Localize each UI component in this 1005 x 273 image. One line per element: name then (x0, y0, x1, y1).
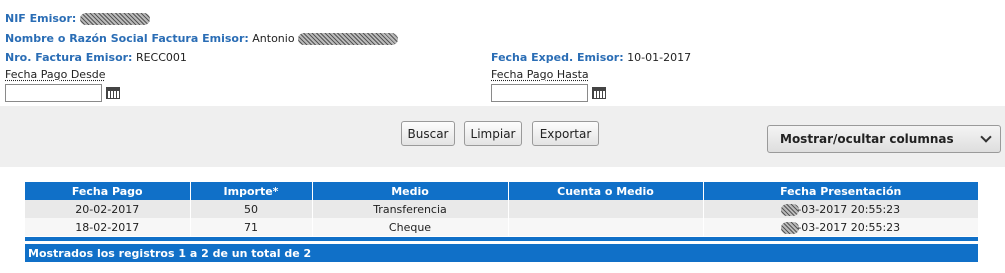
fecha-pago-desde-input[interactable] (5, 84, 102, 102)
table-row[interactable]: 18-02-2017 71 Cheque -03-2017 20:55:23 (25, 218, 978, 236)
cell-fecha-pago: 18-02-2017 (25, 218, 191, 236)
payments-table: Fecha Pago Importe* Medio Cuenta o Medio… (25, 182, 978, 236)
factura-emisor-row: Nro. Factura Emisor: RECC001 (5, 51, 187, 64)
cell-fecha-presentacion: -03-2017 20:55:23 (703, 200, 978, 218)
col-fecha-pago[interactable]: Fecha Pago (25, 182, 191, 200)
fecha-pago-hasta-input[interactable] (491, 84, 588, 102)
nombre-emisor-row: Nombre o Razón Social Factura Emisor: An… (5, 32, 399, 45)
col-fecha-presentacion[interactable]: Fecha Presentación (703, 182, 978, 200)
fecha-exped-value: 10-01-2017 (627, 51, 692, 64)
cell-medio: Transferencia (312, 200, 509, 218)
exportar-button[interactable]: Exportar (532, 121, 599, 146)
table-footer-info: Mostrados los registros 1 a 2 de un tota… (25, 244, 978, 262)
cell-importe: 50 (190, 200, 313, 218)
calendar-icon[interactable] (106, 87, 120, 99)
cell-fecha-presentacion: -03-2017 20:55:23 (703, 218, 978, 236)
cell-fecha-pago: 20-02-2017 (25, 200, 191, 218)
fecha-presentacion-text: -03-2017 20:55:23 (797, 220, 901, 234)
nif-emisor-label: NIF Emisor: (5, 12, 77, 25)
redacted-nif (79, 13, 150, 25)
buscar-button[interactable]: Buscar (401, 121, 455, 146)
col-cuenta-medio[interactable]: Cuenta o Medio (508, 182, 704, 200)
table-header-row: Fecha Pago Importe* Medio Cuenta o Medio… (25, 182, 978, 200)
table-row[interactable]: 20-02-2017 50 Transferencia -03-2017 20:… (25, 200, 978, 218)
fecha-pago-desde-label: Fecha Pago Desde (5, 68, 106, 81)
col-importe[interactable]: Importe* (190, 182, 313, 200)
nif-emisor-row: NIF Emisor: (5, 12, 150, 25)
limpiar-button[interactable]: Limpiar (464, 121, 522, 146)
col-medio[interactable]: Medio (312, 182, 509, 200)
fecha-pago-hasta-label: Fecha Pago Hasta (491, 68, 589, 81)
cell-medio: Cheque (312, 218, 509, 236)
factura-emisor-value: RECC001 (135, 51, 187, 64)
nombre-emisor-value: Antonio (252, 32, 295, 45)
factura-emisor-label: Nro. Factura Emisor: (5, 51, 133, 64)
table-divider (25, 237, 978, 241)
nombre-emisor-label: Nombre o Razón Social Factura Emisor: (5, 32, 249, 45)
redacted-nombre (298, 33, 399, 45)
cell-importe: 71 (190, 218, 313, 236)
fecha-presentacion-text: -03-2017 20:55:23 (797, 202, 901, 216)
emisor-info-panel: NIF Emisor: Nombre o Razón Social Factur… (0, 0, 1005, 106)
cell-cuenta-medio (508, 200, 704, 218)
fecha-exped-label: Fecha Exped. Emisor: (491, 51, 624, 64)
fecha-exped-row: Fecha Exped. Emisor: 10-01-2017 (491, 51, 691, 64)
calendar-icon[interactable] (592, 87, 606, 99)
show-hide-columns-button[interactable]: Mostrar/ocultar columnas (767, 125, 1001, 153)
cell-cuenta-medio (508, 218, 704, 236)
chevron-down-icon (980, 131, 992, 143)
show-hide-columns-label: Mostrar/ocultar columnas (780, 132, 954, 146)
